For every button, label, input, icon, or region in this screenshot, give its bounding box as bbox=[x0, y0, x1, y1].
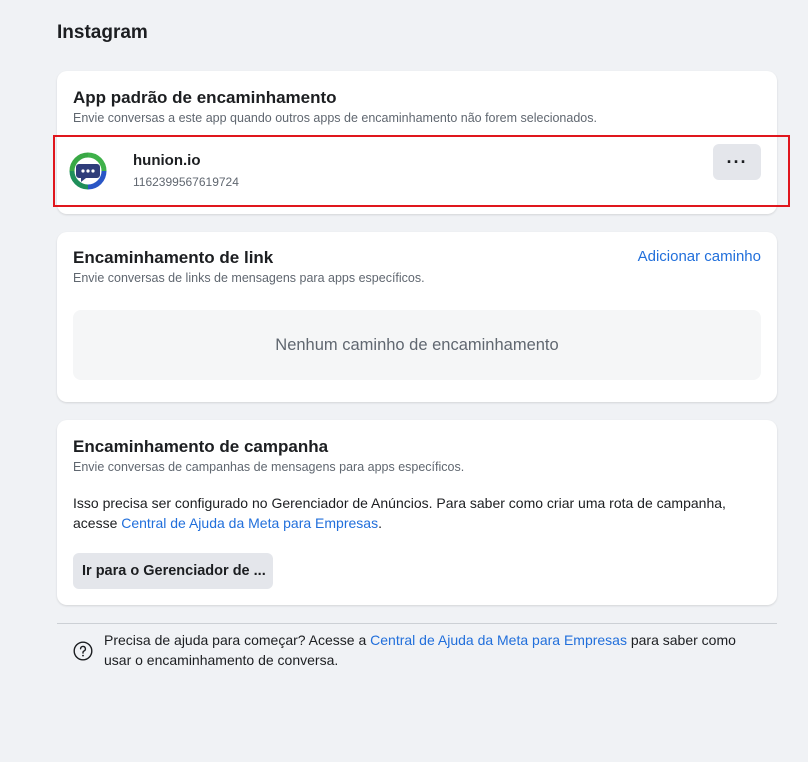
help-prefix: Precisa de ajuda para começar? Acesse a bbox=[104, 632, 371, 648]
link-routing-subtitle: Envie conversas de links de mensagens pa… bbox=[73, 271, 425, 285]
footer-help-center-link[interactable]: Central de Ajuda da Meta para Empresas bbox=[370, 632, 627, 648]
question-icon bbox=[73, 641, 93, 661]
campaign-routing-body: Isso precisa ser configurado no Gerencia… bbox=[73, 494, 773, 533]
page-title: Instagram bbox=[57, 22, 148, 43]
link-routing-title: Encaminhamento de link bbox=[73, 248, 274, 267]
campaign-routing-subtitle: Envie conversas de campanhas de mensagen… bbox=[73, 460, 465, 474]
campaign-routing-title: Encaminhamento de campanha bbox=[73, 437, 329, 456]
go-to-ads-manager-button[interactable]: Ir para o Gerenciador de ... bbox=[73, 553, 273, 589]
campaign-help-center-link[interactable]: Central de Ajuda da Meta para Empresas bbox=[121, 515, 378, 531]
default-app-subtitle: Envie conversas a este app quando outros… bbox=[73, 111, 597, 125]
campaign-routing-card: Encaminhamento de campanha Envie convers… bbox=[57, 420, 777, 605]
default-app-title: App padrão de encaminhamento bbox=[73, 88, 337, 107]
help-footer-text: Precisa de ajuda para começar? Acesse a … bbox=[104, 631, 764, 670]
empty-routes-box: Nenhum caminho de encaminhamento bbox=[73, 310, 761, 380]
highlight-box bbox=[53, 135, 790, 207]
add-route-link[interactable]: Adicionar caminho bbox=[638, 248, 761, 265]
campaign-body-suffix: . bbox=[378, 514, 382, 531]
link-routing-card: Encaminhamento de link Envie conversas d… bbox=[57, 232, 777, 402]
divider bbox=[57, 623, 777, 624]
empty-routes-text: Nenhum caminho de encaminhamento bbox=[275, 335, 559, 354]
